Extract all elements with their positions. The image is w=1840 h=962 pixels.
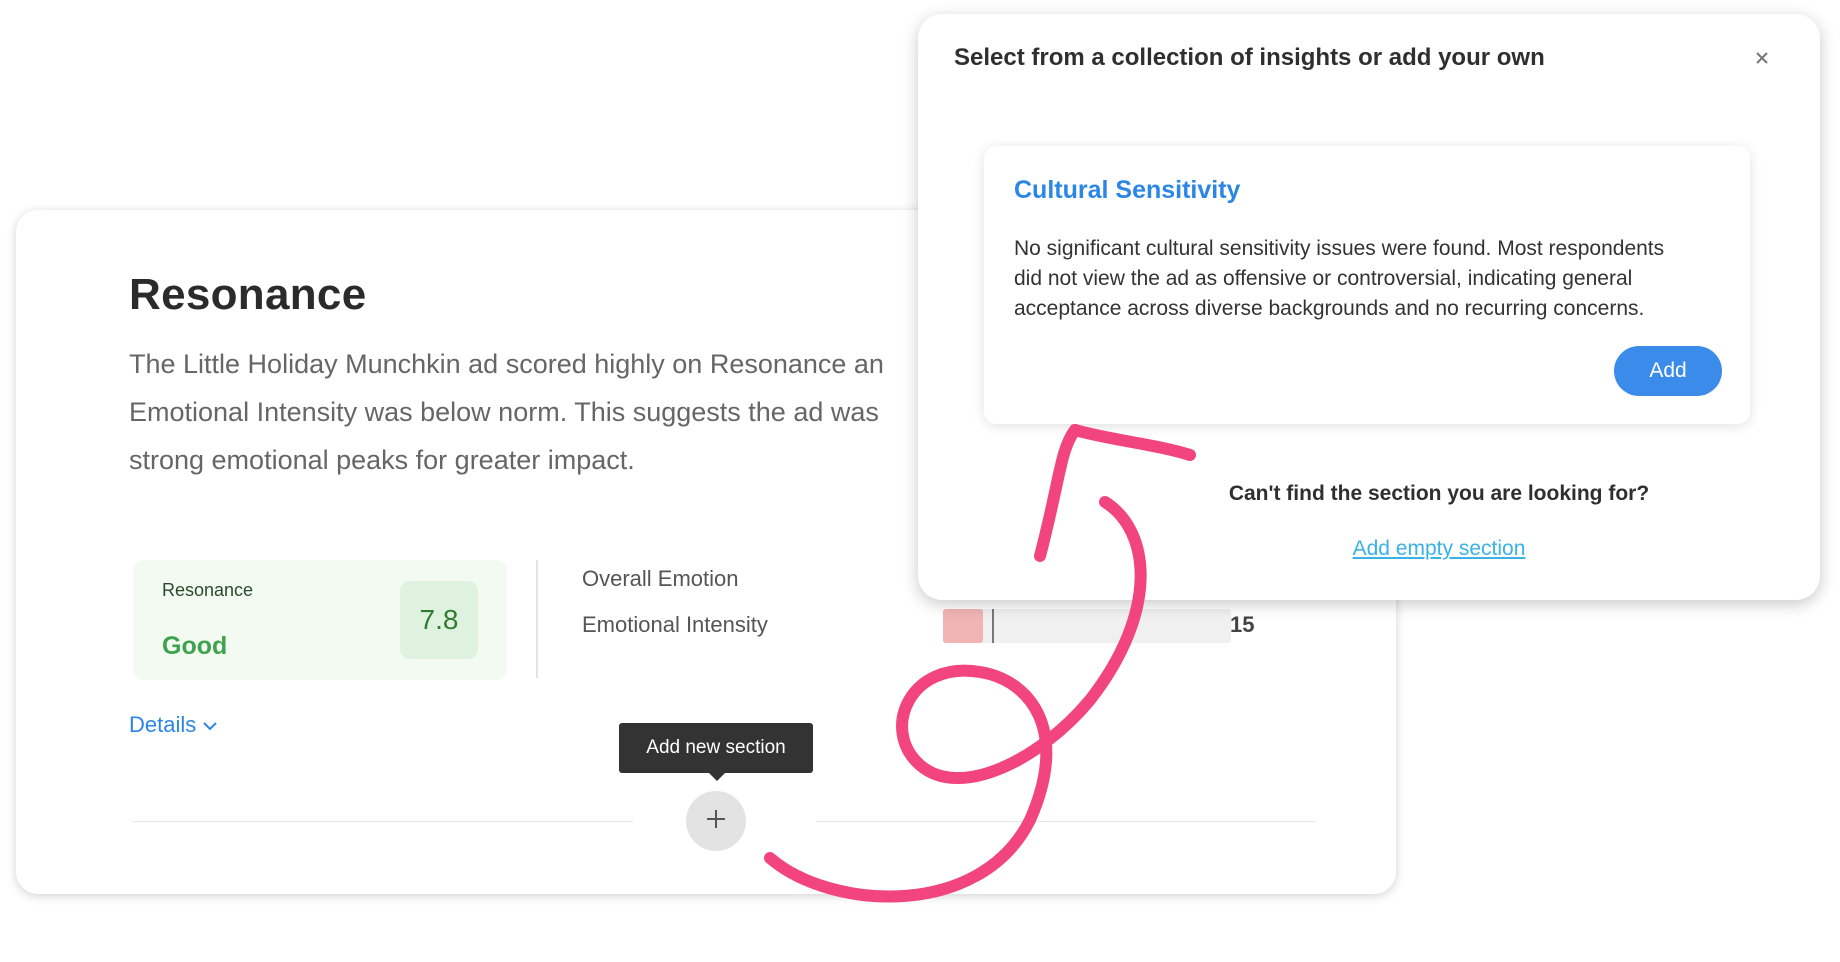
resonance-score-box: Resonance Good 7.8 <box>133 560 507 680</box>
description-line: Emotional Intensity was below norm. This… <box>129 397 879 427</box>
add-insight-button[interactable]: Add <box>1614 346 1722 396</box>
metrics-divider <box>536 560 538 678</box>
insight-body-line: No significant cultural sensitivity issu… <box>1014 237 1665 260</box>
details-link[interactable]: Details <box>129 712 218 738</box>
score-value: 7.8 <box>400 581 478 659</box>
description-line: strong emotional peaks for greater impac… <box>129 445 635 475</box>
score-label: Resonance <box>162 580 254 600</box>
insights-modal: Select from a collection of insights or … <box>918 14 1820 600</box>
insight-title: Cultural Sensitivity <box>1014 176 1241 204</box>
insight-body: No significant cultural sensitivity issu… <box>1014 234 1734 324</box>
insight-body-line: acceptance across diverse backgrounds an… <box>1014 297 1645 320</box>
add-section-tooltip: Add new section <box>619 723 813 773</box>
close-icon[interactable] <box>1750 46 1774 70</box>
emotional-intensity-bar <box>943 609 1231 643</box>
add-section-button[interactable] <box>686 791 746 851</box>
insight-body-line: did not view the ad as offensive or cont… <box>1014 267 1633 290</box>
details-label: Details <box>129 712 197 737</box>
insight-card: Cultural Sensitivity No significant cult… <box>984 146 1750 424</box>
score-rating: Good <box>162 632 228 660</box>
norm-marker <box>992 609 994 643</box>
metric-emotional-intensity-label: Emotional Intensity <box>582 612 768 637</box>
chevron-down-icon <box>202 712 218 738</box>
section-divider-left <box>133 821 633 822</box>
card-title: Resonance <box>129 270 367 319</box>
modal-question: Can't find the section you are looking f… <box>1228 482 1650 505</box>
add-empty-section-link[interactable]: Add empty section <box>918 537 1820 561</box>
modal-title: Select from a collection of insights or … <box>954 44 1545 71</box>
metric-overall-emotion-label: Overall Emotion <box>582 566 739 591</box>
emotional-intensity-value: 15 <box>1230 612 1255 637</box>
tooltip-arrow <box>708 772 726 781</box>
plus-icon <box>705 808 727 835</box>
description-line: The Little Holiday Munchkin ad scored hi… <box>129 349 884 379</box>
bar-fill <box>943 609 983 643</box>
card-description: The Little Holiday Munchkin ad scored hi… <box>129 340 989 484</box>
section-divider-right <box>816 821 1316 822</box>
